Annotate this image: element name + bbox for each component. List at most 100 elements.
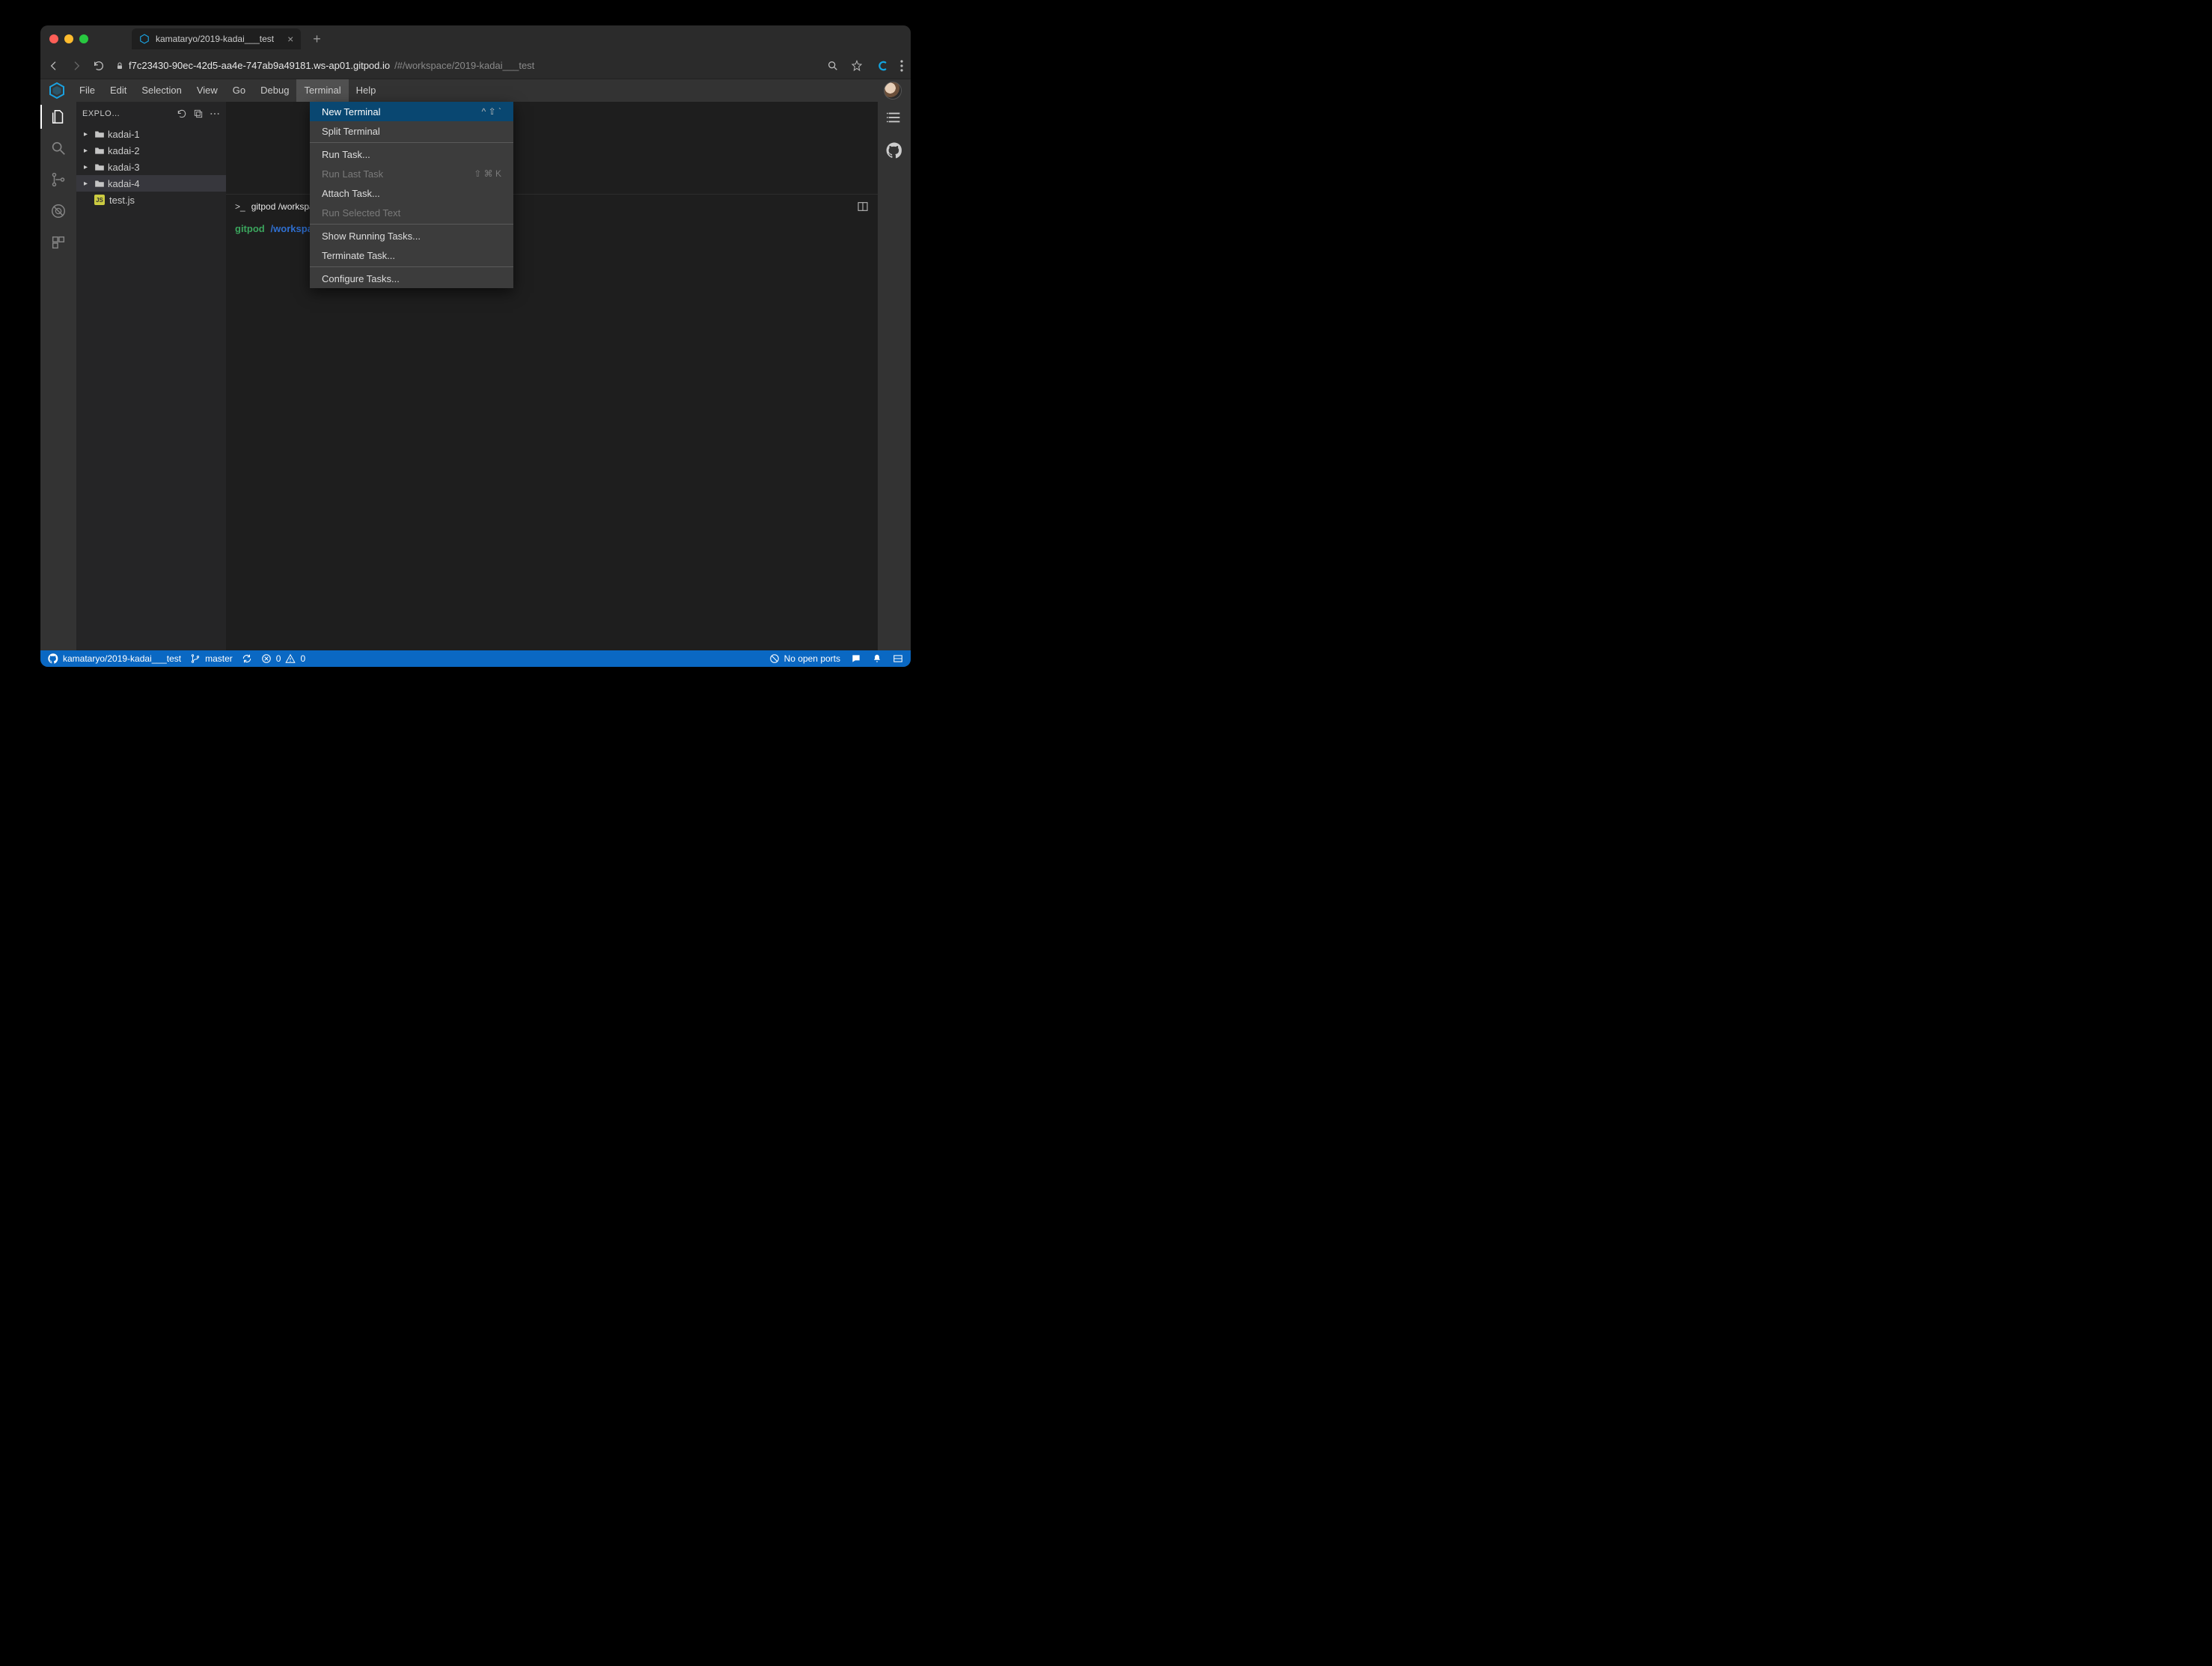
- url-host: f7c23430-90ec-42d5-aa4e-747ab9a49181.ws-…: [129, 60, 390, 71]
- source-control-icon[interactable]: [49, 171, 67, 189]
- github-icon[interactable]: [886, 142, 902, 159]
- right-rail: [878, 102, 911, 650]
- warning-icon: [285, 653, 296, 664]
- user-avatar[interactable]: [884, 82, 902, 100]
- traffic-lights: [49, 34, 88, 43]
- collapse-all-icon[interactable]: [193, 109, 204, 119]
- close-tab-icon[interactable]: ×: [287, 33, 293, 45]
- sidebar-header: EXPLO…: [76, 102, 226, 126]
- status-repo[interactable]: kamataryo/2019-kadai___test: [48, 653, 181, 664]
- sidebar-title: EXPLO…: [82, 109, 171, 118]
- status-branch[interactable]: master: [190, 653, 233, 664]
- status-warnings: 0: [300, 653, 305, 664]
- feedback-icon[interactable]: [851, 653, 861, 664]
- explorer-sidebar: EXPLO… ▸kadai-1▸kadai-2▸kadai-3▸kadai-4J…: [76, 102, 226, 650]
- menu-item-run-task[interactable]: Run Task...: [310, 144, 513, 164]
- folder-icon: [94, 162, 105, 171]
- activity-bar: [40, 102, 76, 650]
- folder-icon: [94, 129, 105, 138]
- menu-item-split-terminal[interactable]: Split Terminal: [310, 121, 513, 141]
- bell-icon[interactable]: [872, 653, 882, 664]
- status-errors: 0: [276, 653, 281, 664]
- error-icon: [261, 653, 272, 664]
- split-terminal-icon[interactable]: [857, 201, 869, 213]
- menu-help[interactable]: Help: [349, 79, 384, 102]
- menu-item-run-selected-text: Run Selected Text: [310, 203, 513, 222]
- status-repo-label: kamataryo/2019-kadai___test: [63, 653, 181, 664]
- url-path: /#/workspace/2019-kadai___test: [394, 60, 534, 71]
- browser-tab[interactable]: kamataryo/2019-kadai___test ×: [132, 28, 301, 49]
- layout-icon[interactable]: [893, 653, 903, 664]
- folder-kadai-2[interactable]: ▸kadai-2: [76, 142, 226, 159]
- chevron-right-icon: ▸: [84, 130, 91, 138]
- gitpod-favicon-icon: [139, 34, 150, 44]
- menu-view[interactable]: View: [189, 79, 225, 102]
- menu-separator: [310, 224, 513, 225]
- gitpod-logo-icon: [48, 82, 66, 100]
- menu-separator: [310, 266, 513, 267]
- status-problems[interactable]: 0 0: [261, 653, 305, 664]
- tab-title: kamataryo/2019-kadai___test: [156, 34, 274, 44]
- more-icon[interactable]: [210, 109, 220, 119]
- extensions-icon[interactable]: [49, 234, 67, 251]
- menu-edit[interactable]: Edit: [103, 79, 134, 102]
- menu-debug[interactable]: Debug: [253, 79, 296, 102]
- browser-titlebar: kamataryo/2019-kadai___test × +: [40, 25, 911, 52]
- ports-icon: [769, 653, 780, 664]
- github-icon: [48, 653, 58, 664]
- menu-file[interactable]: File: [72, 79, 103, 102]
- new-tab-button[interactable]: +: [313, 31, 321, 47]
- forward-button[interactable]: [70, 60, 82, 72]
- menu-item-new-terminal[interactable]: New Terminal^ ⇧ `: [310, 102, 513, 121]
- status-bar: kamataryo/2019-kadai___test master 0 0 N…: [40, 650, 911, 667]
- status-ports[interactable]: No open ports: [769, 653, 840, 664]
- search-icon[interactable]: [49, 139, 67, 157]
- refresh-icon[interactable]: [177, 109, 187, 119]
- bookmark-star-icon[interactable]: [851, 60, 863, 72]
- browser-toolbar: f7c23430-90ec-42d5-aa4e-747ab9a49181.ws-…: [40, 52, 911, 79]
- browser-menu-icon[interactable]: [900, 60, 903, 72]
- folder-icon: [94, 179, 105, 188]
- toolbar-right: [827, 59, 903, 73]
- explorer-icon[interactable]: [49, 108, 67, 126]
- gitpod-extension-icon[interactable]: [875, 59, 888, 73]
- address-bar[interactable]: f7c23430-90ec-42d5-aa4e-747ab9a49181.ws-…: [115, 60, 816, 71]
- debug-icon[interactable]: [49, 202, 67, 220]
- menu-item-configure-tasks[interactable]: Configure Tasks...: [310, 269, 513, 288]
- maximize-window-button[interactable]: [79, 34, 88, 43]
- status-branch-label: master: [205, 653, 233, 664]
- ide-menubar: FileEditSelectionViewGoDebugTerminalHelp: [40, 79, 911, 102]
- chevron-right-icon: ▸: [84, 147, 91, 155]
- branch-icon: [190, 653, 201, 664]
- terminal-user: gitpod: [235, 223, 265, 234]
- menu-separator: [310, 142, 513, 143]
- minimize-window-button[interactable]: [64, 34, 73, 43]
- menu-selection[interactable]: Selection: [134, 79, 189, 102]
- zoom-icon[interactable]: [827, 60, 839, 72]
- ide-root: FileEditSelectionViewGoDebugTerminalHelp…: [40, 79, 911, 667]
- menu-go[interactable]: Go: [225, 79, 253, 102]
- folder-icon: [94, 146, 105, 155]
- sync-icon: [242, 653, 252, 664]
- back-button[interactable]: [48, 60, 60, 72]
- file-test-js[interactable]: JStest.js: [76, 192, 226, 208]
- terminal-prompt-icon: >_: [235, 201, 245, 212]
- close-window-button[interactable]: [49, 34, 58, 43]
- outline-icon[interactable]: [886, 109, 902, 126]
- folder-kadai-1[interactable]: ▸kadai-1: [76, 126, 226, 142]
- folder-kadai-4[interactable]: ▸kadai-4: [76, 175, 226, 192]
- js-file-icon: JS: [94, 195, 105, 205]
- menu-terminal[interactable]: Terminal: [296, 79, 348, 102]
- menu-item-terminate-task[interactable]: Terminate Task...: [310, 245, 513, 265]
- terminal-menu-dropdown: New Terminal^ ⇧ `Split Terminal Run Task.…: [310, 102, 513, 288]
- status-sync[interactable]: [242, 653, 252, 664]
- folder-kadai-3[interactable]: ▸kadai-3: [76, 159, 226, 175]
- lock-icon: [115, 61, 124, 70]
- menu-item-show-running-tasks[interactable]: Show Running Tasks...: [310, 226, 513, 245]
- chevron-right-icon: ▸: [84, 163, 91, 171]
- menu-item-attach-task[interactable]: Attach Task...: [310, 183, 513, 203]
- status-ports-label: No open ports: [784, 653, 840, 664]
- reload-button[interactable]: [93, 60, 105, 72]
- browser-window: kamataryo/2019-kadai___test × + f7c23430…: [40, 25, 911, 667]
- chevron-right-icon: ▸: [84, 180, 91, 188]
